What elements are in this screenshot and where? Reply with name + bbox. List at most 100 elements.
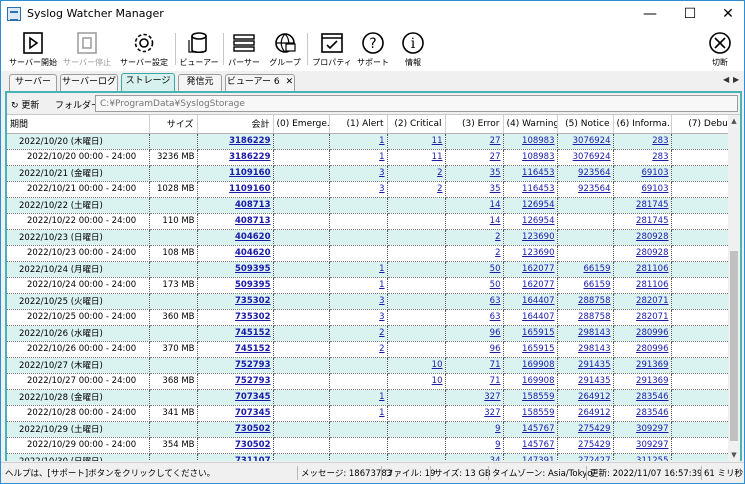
count-link[interactable]: 3076924 — [573, 136, 611, 146]
vertical-scrollbar[interactable]: ▲ ▼ — [728, 115, 740, 461]
table-row-day[interactable]: 2022/10/23 (日曜日) 404620 2 123690 280928 — [7, 229, 728, 246]
count-link[interactable]: 280996 — [636, 328, 668, 338]
count-link[interactable]: 408713 — [235, 200, 271, 210]
count-link[interactable]: 735302 — [235, 312, 271, 322]
minimize-button[interactable]: — — [634, 1, 666, 27]
count-link[interactable]: 164407 — [522, 312, 554, 322]
count-link[interactable]: 291369 — [636, 376, 668, 386]
count-link[interactable]: 327 — [484, 392, 500, 402]
count-link[interactable]: 169908 — [522, 360, 554, 370]
table-row-period[interactable]: 2022/10/21 00:00 - 24:00 1028 MB 1109160 3 2… — [7, 181, 728, 198]
count-link[interactable]: 162077 — [522, 264, 554, 274]
count-link[interactable]: 3 — [379, 184, 384, 194]
count-link[interactable]: 123690 — [522, 232, 554, 242]
error-column-header[interactable]: (3) Error — [445, 115, 504, 134]
count-link[interactable]: 2 — [495, 232, 500, 242]
count-link[interactable]: 50 — [490, 264, 501, 274]
count-link[interactable]: 165915 — [522, 328, 554, 338]
table-row-period[interactable]: 2022/10/20 00:00 - 24:00 3236 MB 3186229 1 1… — [7, 149, 728, 166]
table-row-day[interactable]: 2022/10/30 (日曜日) 731107 34 147391 272427 3112… — [7, 453, 728, 461]
count-link[interactable]: 275429 — [578, 440, 610, 450]
tab-server[interactable]: サーバー — [9, 74, 57, 91]
total-column-header[interactable]: 会計 — [197, 115, 274, 134]
count-link[interactable]: 126954 — [522, 216, 554, 226]
start-server-button[interactable]: サーバー開始 — [7, 30, 59, 70]
table-row-period[interactable]: 2022/10/27 00:00 - 24:00 368 MB 752793 10 71… — [7, 373, 728, 390]
count-link[interactable]: 707345 — [235, 392, 271, 402]
count-link[interactable]: 14 — [490, 216, 501, 226]
count-link[interactable]: 27 — [490, 136, 501, 146]
count-link[interactable]: 1 — [379, 280, 384, 290]
count-link[interactable]: 66159 — [583, 264, 610, 274]
support-button[interactable]: ? サポート — [355, 30, 391, 70]
count-link[interactable]: 1 — [379, 264, 384, 274]
table-row-day[interactable]: 2022/10/27 (木曜日) 752793 10 71 169908 291435 29… — [7, 357, 728, 374]
table-row-day[interactable]: 2022/10/26 (水曜日) 745152 2 96 165915 298143 280… — [7, 325, 728, 342]
tab-storage[interactable]: ストレージ — [121, 73, 175, 91]
tab-scroll-right-icon[interactable]: ▶ — [733, 75, 739, 84]
table-row-period[interactable]: 2022/10/25 00:00 - 24:00 360 MB 735302 3 63 1… — [7, 309, 728, 326]
tab-sources[interactable]: 発信元 — [178, 74, 222, 91]
count-link[interactable]: 264912 — [578, 408, 610, 418]
stop-server-button[interactable]: サーバー停止 — [61, 30, 113, 70]
count-link[interactable]: 1 — [379, 408, 384, 418]
count-link[interactable]: 63 — [490, 296, 501, 306]
maximize-button[interactable]: ☐ — [674, 1, 706, 27]
count-link[interactable]: 281745 — [636, 216, 668, 226]
count-link[interactable]: 2 — [495, 248, 500, 258]
size-column-header[interactable]: サイズ — [149, 115, 198, 134]
table-row-period[interactable]: 2022/10/23 00:00 - 24:00 108 MB 404620 2 123… — [7, 245, 728, 262]
alert-column-header[interactable]: (1) Alert — [329, 115, 388, 134]
count-link[interactable]: 288758 — [578, 296, 610, 306]
count-link[interactable]: 745152 — [235, 344, 271, 354]
close-window-button[interactable]: ✕ — [712, 1, 744, 27]
count-link[interactable]: 283546 — [636, 408, 668, 418]
count-link[interactable]: 288758 — [578, 312, 610, 322]
folder-path-field[interactable] — [95, 95, 738, 112]
count-link[interactable]: 404620 — [235, 232, 271, 242]
table-row-period[interactable]: 2022/10/29 00:00 - 24:00 354 MB 730502 9 145… — [7, 437, 728, 454]
count-link[interactable]: 1109160 — [229, 184, 270, 194]
count-link[interactable]: 11 — [432, 136, 443, 146]
count-link[interactable]: 158559 — [522, 408, 554, 418]
count-link[interactable]: 2 — [379, 344, 384, 354]
count-link[interactable]: 11 — [432, 152, 443, 162]
count-link[interactable]: 162077 — [522, 280, 554, 290]
count-link[interactable]: 752793 — [235, 376, 271, 386]
disconnect-button[interactable]: 切断 — [705, 30, 735, 70]
count-link[interactable]: 509395 — [235, 280, 271, 290]
count-link[interactable]: 730502 — [235, 424, 271, 434]
count-link[interactable]: 3 — [379, 296, 384, 306]
group-button[interactable]: グループ — [267, 30, 303, 70]
count-link[interactable]: 280928 — [636, 248, 668, 258]
count-link[interactable]: 408713 — [235, 216, 271, 226]
table-row-day[interactable]: 2022/10/28 (金曜日) 707345 1 327 158559 264912 28… — [7, 389, 728, 406]
count-link[interactable]: 108983 — [522, 152, 554, 162]
count-link[interactable]: 404620 — [235, 248, 271, 258]
count-link[interactable]: 10 — [432, 376, 443, 386]
count-link[interactable]: 923564 — [578, 184, 610, 194]
count-link[interactable]: 311255 — [636, 456, 668, 461]
count-link[interactable]: 96 — [490, 328, 501, 338]
count-link[interactable]: 116453 — [522, 184, 554, 194]
count-link[interactable]: 283546 — [636, 392, 668, 402]
count-link[interactable]: 116453 — [522, 168, 554, 178]
tab-close-icon[interactable]: ✕ — [286, 77, 294, 87]
count-link[interactable]: 71 — [490, 360, 501, 370]
table-row-day[interactable]: 2022/10/25 (火曜日) 735302 3 63 164407 288758 282… — [7, 293, 728, 310]
scroll-down-icon[interactable]: ▼ — [728, 449, 740, 461]
count-link[interactable]: 272427 — [578, 456, 610, 461]
count-link[interactable]: 735302 — [235, 296, 271, 306]
server-settings-button[interactable]: サーバー設定 — [117, 30, 171, 70]
count-link[interactable]: 3076924 — [573, 152, 611, 162]
count-link[interactable]: 123690 — [522, 248, 554, 258]
viewer-button[interactable]: ビューアー — [179, 30, 219, 70]
count-link[interactable]: 9 — [495, 440, 500, 450]
table-row-day[interactable]: 2022/10/21 (金曜日) 1109160 3 2 35 116453 923564 6… — [7, 165, 728, 182]
count-link[interactable]: 145767 — [522, 440, 554, 450]
count-link[interactable]: 923564 — [578, 168, 610, 178]
table-row-period[interactable]: 2022/10/26 00:00 - 24:00 370 MB 745152 2 96 1… — [7, 341, 728, 358]
count-link[interactable]: 71 — [490, 376, 501, 386]
count-link[interactable]: 108983 — [522, 136, 554, 146]
count-link[interactable]: 69103 — [641, 168, 668, 178]
